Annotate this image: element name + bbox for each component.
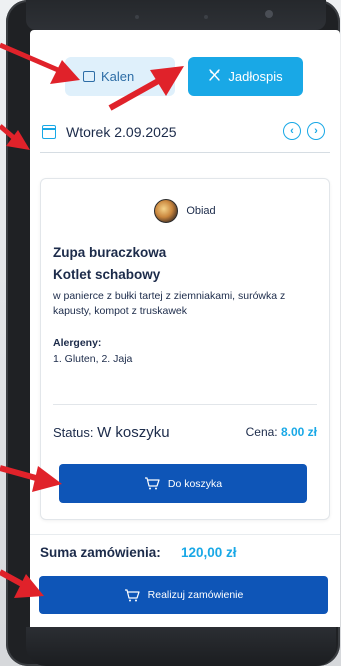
tab-calendar-label: Kalen <box>101 69 135 84</box>
prev-day-button[interactable]: ‹ <box>283 122 301 140</box>
dish-description: w panierce z bułki tartej z ziemniakami,… <box>53 290 286 317</box>
phone-frame: Kalen Jadłospis Wtorek 2.09.2025 ‹ › Obi… <box>6 0 340 666</box>
allergens-title: Alergeny: <box>53 337 102 349</box>
dish-name: Zupa buraczkowa <box>53 245 167 260</box>
price-value: 8.00 zł <box>280 425 317 439</box>
sensor-dot <box>135 15 139 19</box>
camera-icon <box>265 10 273 18</box>
cutlery-icon <box>208 68 221 85</box>
date-selector: Wtorek 2.09.2025 ‹ › <box>40 120 330 148</box>
app-screen: Kalen Jadłospis Wtorek 2.09.2025 ‹ › Obi… <box>30 30 340 627</box>
add-to-cart-button[interactable]: Do koszyka <box>59 464 307 503</box>
sensor-dot <box>204 15 208 19</box>
calendar-icon[interactable] <box>42 125 56 139</box>
cart-icon <box>144 477 160 490</box>
add-to-cart-label: Do koszyka <box>167 477 223 490</box>
meal-plate-icon <box>154 199 179 223</box>
phone-top-bezel <box>26 0 326 30</box>
price-prefix: Cena: <box>245 425 281 439</box>
summary-label: Suma zamówienia: <box>40 545 161 560</box>
tab-calendar[interactable]: Kalen <box>65 57 175 96</box>
status-prefix: Status: <box>53 425 98 440</box>
status-text: Status: W koszyku <box>53 424 170 441</box>
next-day-button[interactable]: › <box>307 122 325 140</box>
card-divider <box>53 404 317 405</box>
phone-bottom-bezel <box>26 627 336 666</box>
place-order-button[interactable]: Realizuj zamówienie <box>39 576 328 614</box>
current-date: Wtorek 2.09.2025 <box>66 124 177 140</box>
status-value: W koszyku <box>97 424 170 441</box>
order-summary: Suma zamówienia: 120,00 zł <box>40 545 330 565</box>
calendar-icon <box>83 71 95 82</box>
cart-icon <box>124 588 140 602</box>
tab-menu-label: Jadłospis <box>228 69 283 84</box>
dish-name: Kotlet schabowy <box>53 267 161 282</box>
date-divider <box>40 152 330 153</box>
allergens-list: 1. Gluten, 2. Jaja <box>53 353 133 365</box>
tab-menu[interactable]: Jadłospis <box>188 57 303 96</box>
place-order-label: Realizuj zamówienie <box>147 589 244 601</box>
summary-total: 120,00 zł <box>181 545 237 560</box>
meal-header: Obiad <box>41 199 329 223</box>
price-text: Cena: 8.00 zł <box>246 425 317 439</box>
meal-type: Obiad <box>186 205 216 217</box>
summary-divider <box>30 534 340 535</box>
